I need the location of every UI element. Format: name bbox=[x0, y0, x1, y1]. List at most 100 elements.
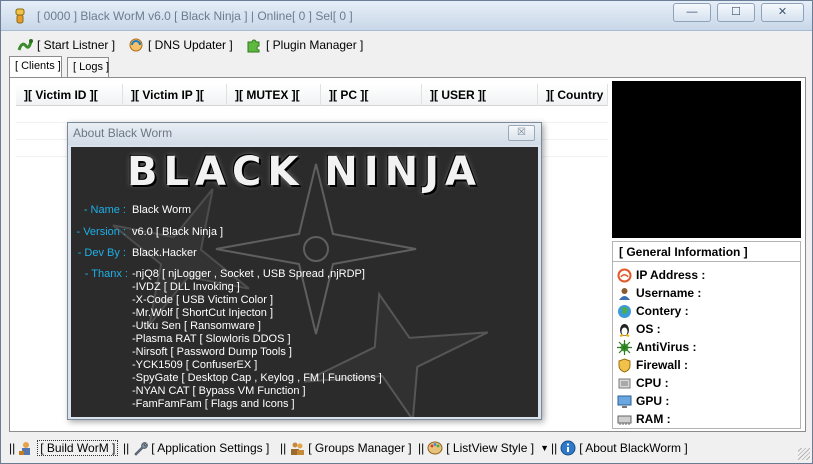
separator: || bbox=[551, 441, 558, 455]
about-dialog-body: BLACK NINJA - Name : Black Worm - Versio… bbox=[71, 147, 538, 417]
separator: || bbox=[123, 441, 130, 455]
info-cpu: CPU : bbox=[617, 374, 669, 392]
info-ram: RAM : bbox=[617, 410, 671, 428]
listview-style-label: [ ListView Style ] bbox=[446, 441, 535, 455]
about-dialog: About Black Worm ☒ BLACK NINJA - Name : … bbox=[67, 122, 542, 420]
info-username: Username : bbox=[617, 284, 701, 302]
ram-label: RAM : bbox=[636, 412, 671, 426]
dns-updater-button[interactable]: [ DNS Updater ] bbox=[128, 35, 233, 55]
gpu-label: GPU : bbox=[636, 394, 670, 408]
groups-manager-label: [ Groups Manager ] bbox=[308, 441, 412, 455]
username-label: Username : bbox=[636, 286, 702, 300]
table-row bbox=[16, 106, 608, 123]
linux-icon bbox=[619, 323, 630, 337]
thanx-item: -YCK1509 [ ConfuserEX ] bbox=[132, 359, 258, 371]
version-value: v6.0 [ Black Ninja ] bbox=[132, 226, 224, 238]
thanx-item: -Utku Sen [ Ransomware ] bbox=[132, 320, 261, 332]
ram-icon bbox=[617, 415, 632, 425]
build-worm-label: [ Build WorM ] bbox=[37, 440, 119, 456]
window-title: [ 0000 ] Black WorM v6.0 [ Black Ninja ]… bbox=[37, 9, 353, 23]
tab-logs[interactable]: [ Logs ] bbox=[67, 57, 109, 77]
plugin-manager-label: [ Plugin Manager ] bbox=[266, 38, 364, 52]
app-settings-label: [ Application Settings ] bbox=[151, 441, 270, 455]
thanx-item: -Plasma RAT [ Slowloris DDOS ] bbox=[132, 333, 291, 345]
groups-manager-button[interactable]: || [ Groups Manager ] bbox=[280, 439, 412, 457]
logo-text: BLACK NINJA bbox=[127, 149, 482, 195]
start-listner-button[interactable]: [ Start Listner ] bbox=[17, 35, 115, 55]
dev-by-value: Black.Hacker bbox=[132, 247, 197, 259]
dns-refresh-icon bbox=[129, 38, 143, 52]
about-dialog-title[interactable]: About Black Worm bbox=[68, 123, 541, 145]
minimize-button[interactable]: — bbox=[673, 3, 711, 22]
info-os: OS : bbox=[617, 320, 661, 338]
black-ninja-logo: BLACK NINJA bbox=[71, 149, 538, 195]
info-antivirus: AntiVirus : bbox=[617, 338, 696, 356]
main-window: [ 0000 ] Black WorM v6.0 [ Black Ninja ]… bbox=[0, 0, 813, 464]
worm-icon bbox=[17, 39, 33, 51]
cpu-label: CPU : bbox=[636, 376, 669, 390]
thanx-item: -IVDZ [ DLL Invoking ] bbox=[132, 281, 240, 293]
shield-icon bbox=[618, 357, 631, 373]
os-label: OS : bbox=[636, 322, 661, 336]
thanx-item: -X-Code [ USB Victim Color ] bbox=[132, 294, 274, 306]
dns-updater-label: [ DNS Updater ] bbox=[148, 38, 233, 52]
firewall-label: Firewall : bbox=[636, 358, 689, 372]
ip-icon bbox=[617, 268, 632, 282]
info-firewall: Firewall : bbox=[617, 356, 688, 374]
chevron-down-icon[interactable]: ▼ bbox=[540, 443, 549, 453]
desktop-preview bbox=[612, 81, 801, 238]
about-close-button[interactable]: ☒ bbox=[508, 125, 535, 141]
build-worm-button[interactable]: || [ Build WorM ] bbox=[9, 439, 119, 457]
column-country[interactable]: ][ Country bbox=[538, 84, 608, 106]
listview-header: ][ Victim ID ][ ][ Victim IP ][ ][ MUTEX… bbox=[16, 84, 608, 106]
tab-clients[interactable]: [ Clients ] bbox=[9, 56, 62, 77]
info-gpu: GPU : bbox=[617, 392, 669, 410]
version-label: - Version : bbox=[76, 226, 126, 238]
name-label: - Name : bbox=[83, 204, 126, 216]
name-value: Black Worm bbox=[132, 204, 192, 216]
close-button[interactable]: ✕ bbox=[761, 3, 804, 22]
app-settings-button[interactable]: || [ Application Settings ] bbox=[123, 439, 269, 457]
builder-icon bbox=[19, 442, 31, 455]
ip-address-label: IP Address : bbox=[636, 268, 706, 282]
palette-icon bbox=[427, 441, 443, 455]
column-victim-id[interactable]: ][ Victim ID ][ bbox=[16, 84, 123, 106]
general-info-panel: [ General Information ] IP Address : Use… bbox=[612, 241, 801, 429]
dev-by-label: - Dev By : bbox=[77, 247, 126, 259]
thanx-item: -Mr.Wolf [ ShortCut Injecton ] bbox=[132, 307, 274, 319]
worm-app-icon bbox=[15, 8, 25, 24]
thanx-list: -njQ8 [ njLogger , Socket , USB Spread ,… bbox=[132, 268, 452, 411]
gpu-icon bbox=[617, 395, 632, 408]
bottom-toolbar: || [ Build WorM ] || [ Application Setti… bbox=[1, 434, 812, 462]
cpu-icon bbox=[618, 378, 631, 388]
column-mutex[interactable]: ][ MUTEX ][ bbox=[227, 84, 321, 106]
separator: || bbox=[280, 441, 287, 455]
info-icon bbox=[560, 440, 576, 456]
thanx-item: -FamFamFam [ Flags and Icons ] bbox=[132, 398, 295, 410]
column-user[interactable]: ][ USER ][ bbox=[422, 84, 538, 106]
plugin-manager-button[interactable]: [ Plugin Manager ] bbox=[246, 35, 363, 55]
thanx-label: - Thanx : bbox=[84, 268, 128, 280]
info-ip-address: IP Address : bbox=[617, 266, 705, 284]
top-toolbar: [ Start Listner ] [ DNS Updater ] [ Plug… bbox=[1, 32, 812, 56]
resize-grip[interactable] bbox=[798, 448, 810, 460]
title-bar[interactable]: [ 0000 ] Black WorM v6.0 [ Black Ninja ]… bbox=[1, 1, 812, 31]
thanx-item: -njQ8 [ njLogger , Socket , USB Spread ,… bbox=[132, 268, 365, 280]
about-button[interactable]: || [ About BlackWorm ] bbox=[551, 439, 688, 457]
about-label: [ About BlackWorm ] bbox=[579, 441, 688, 455]
separator: || bbox=[9, 441, 16, 455]
separator: || bbox=[418, 441, 425, 455]
column-victim-ip[interactable]: ][ Victim IP ][ bbox=[123, 84, 227, 106]
country-label: Contery : bbox=[636, 304, 689, 318]
general-info-title: [ General Information ] bbox=[613, 242, 800, 262]
puzzle-icon bbox=[247, 39, 260, 53]
antivirus-label: AntiVirus : bbox=[636, 340, 697, 354]
column-pc[interactable]: ][ PC ][ bbox=[321, 84, 422, 106]
wrench-icon bbox=[134, 442, 149, 456]
virus-icon bbox=[617, 339, 632, 355]
user-icon bbox=[619, 287, 630, 300]
maximize-button[interactable]: ☐ bbox=[717, 3, 755, 22]
thanx-item: -NYAN CAT [ Bypass VM Function ] bbox=[132, 385, 306, 397]
info-country: Contery : bbox=[617, 302, 689, 320]
listview-style-button[interactable]: || [ ListView Style ] ▼ bbox=[418, 439, 549, 457]
